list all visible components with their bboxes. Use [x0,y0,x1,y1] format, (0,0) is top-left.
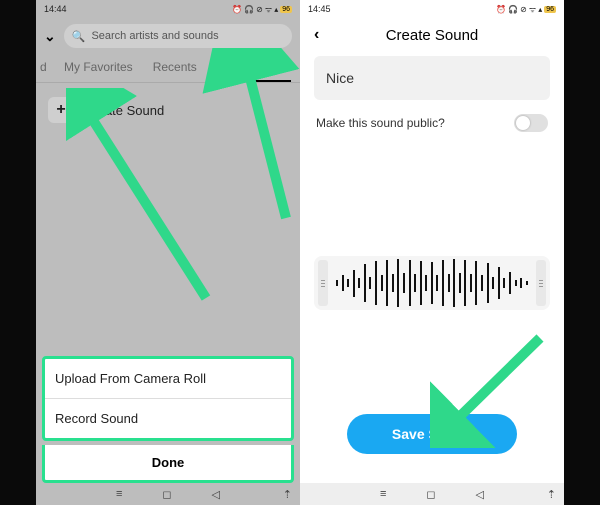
wifi-icon: ᯤ [529,4,536,15]
tab-my-favorites[interactable]: My Favorites [54,54,143,82]
alarm-icon: ⏰ [496,5,506,14]
nav-recent-icon[interactable]: ≡ [116,488,122,500]
sheet-upload-camera-roll[interactable]: Upload From Camera Roll [45,359,291,399]
nav-home-icon[interactable]: ◻ [162,488,171,501]
search-placeholder: Search artists and sounds [91,30,218,42]
action-sheet: Upload From Camera Roll Record Sound Don… [36,352,300,483]
headphone-icon: 🎧 [244,5,254,14]
nav-back-icon[interactable]: ◁ [212,488,220,501]
waveform-icon [332,256,532,310]
sound-name-input[interactable]: Nice [314,56,550,100]
battery-icon: 96 [544,6,556,13]
status-icons: ⏰🎧⊘ᯤ▴96 [496,4,556,15]
waveform-trimmer[interactable] [314,256,550,310]
battery-icon: 96 [280,6,292,13]
dnd-icon: ⊘ [256,5,263,14]
create-sound-row[interactable]: + Create Sound [36,83,300,137]
tab-featured-cut[interactable]: d [40,54,54,82]
tab-recents[interactable]: Recents [143,54,207,82]
sheet-done-button[interactable]: Done [42,445,294,483]
screen-create-sound: 14:45 ⏰🎧⊘ᯤ▴96 ‹ Create Sound Nice Make t… [300,0,564,505]
sheet-record-sound[interactable]: Record Sound [45,399,291,438]
android-nav-bar: ≡ ◻ ◁ ⇡ [36,483,300,505]
signal-icon: ▴ [538,5,542,14]
save-sound-button[interactable]: Save Sound [347,414,517,454]
nav-recent-icon[interactable]: ≡ [380,488,386,500]
plus-icon[interactable]: + [48,97,74,123]
signal-icon: ▴ [274,5,278,14]
search-icon: 🔍 [72,30,86,43]
tab-my-sounds[interactable]: My Sounds [207,54,291,82]
screen-sounds-list: 14:44 ⏰🎧⊘ᯤ▴96 ⌄ 🔍 Search artists and sou… [36,0,300,505]
sounds-tabbar: d My Favorites Recents My Sounds [36,54,300,83]
collapse-chevron-icon[interactable]: ⌄ [44,28,56,45]
status-time: 14:44 [44,4,67,14]
nav-home-icon[interactable]: ◻ [426,488,435,501]
page-title: Create Sound [386,27,479,44]
search-input[interactable]: 🔍 Search artists and sounds [64,24,292,48]
nav-back-icon[interactable]: ◁ [476,488,484,501]
status-icons: ⏰🎧⊘ᯤ▴96 [232,4,292,15]
trim-handle-left[interactable] [318,260,328,306]
wifi-icon: ᯤ [265,4,272,15]
headphone-icon: 🎧 [508,5,518,14]
alarm-icon: ⏰ [232,5,242,14]
status-bar: 14:44 ⏰🎧⊘ᯤ▴96 [36,0,300,18]
dnd-icon: ⊘ [520,5,527,14]
create-sound-label: Create Sound [84,103,164,118]
back-chevron-icon[interactable]: ‹ [314,26,319,44]
public-label: Make this sound public? [316,116,445,130]
public-toggle[interactable] [514,114,548,132]
android-nav-bar: ≡ ◻ ◁ ⇡ [300,483,564,505]
nav-accessibility-icon[interactable]: ⇡ [547,488,556,501]
nav-accessibility-icon[interactable]: ⇡ [283,488,292,501]
status-time: 14:45 [308,4,331,14]
status-bar: 14:45 ⏰🎧⊘ᯤ▴96 [300,0,564,18]
trim-handle-right[interactable] [536,260,546,306]
